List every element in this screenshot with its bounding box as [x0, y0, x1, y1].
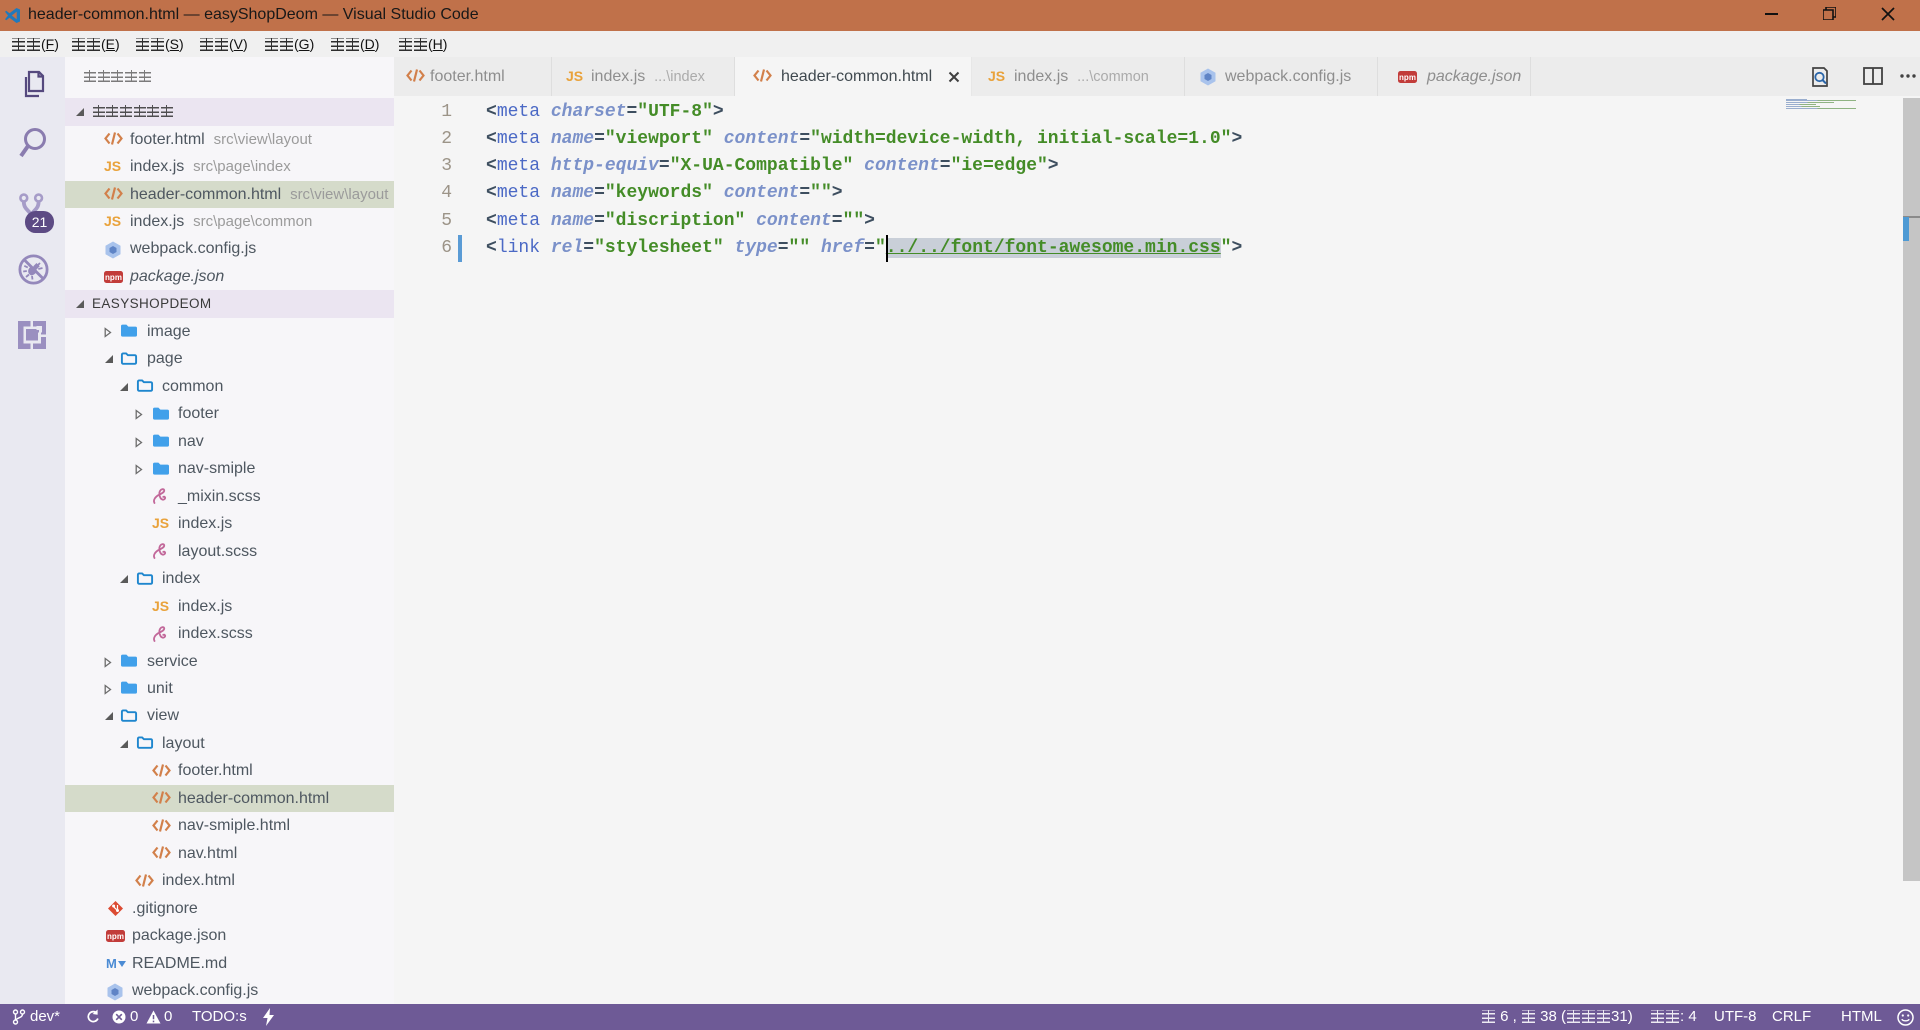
svg-text:21: 21 [32, 214, 48, 230]
svg-text:npm: npm [105, 273, 122, 282]
svg-text:npm: npm [1399, 73, 1416, 82]
svg-text:npm: npm [107, 932, 124, 941]
